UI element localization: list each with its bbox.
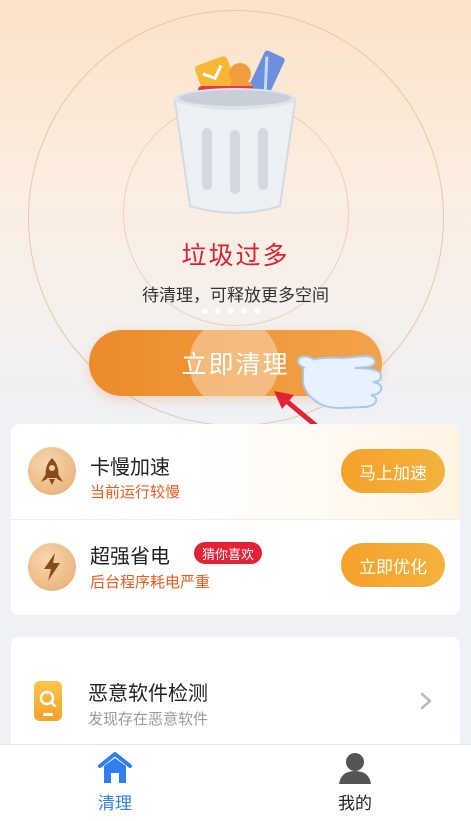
lightning-icon xyxy=(28,543,76,591)
feature-card: 卡慢加速 当前运行较慢 马上加速 超强省电 猜你喜欢 后台程序耗电严重 立即优化 xyxy=(11,424,460,615)
speed-up-button[interactable]: 马上加速 xyxy=(341,449,445,493)
chevron-right-icon xyxy=(420,692,432,710)
optimize-button[interactable]: 立即优化 xyxy=(341,543,445,587)
carousel-indicator xyxy=(202,308,260,314)
power-save-title: 超强省电 xyxy=(90,544,170,568)
speed-up-subtitle: 当前运行较慢 xyxy=(90,483,181,501)
trash-bin-icon xyxy=(173,50,297,214)
carousel-dot[interactable] xyxy=(228,308,234,314)
tab-mine-label: 我的 xyxy=(338,794,372,814)
carousel-dot[interactable] xyxy=(241,308,247,314)
user-icon xyxy=(339,753,371,784)
tab-clean-label: 清理 xyxy=(98,794,132,814)
speed-up-row[interactable]: 卡慢加速 当前运行较慢 马上加速 xyxy=(11,424,460,519)
power-save-subtitle: 后台程序耗电严重 xyxy=(90,573,211,591)
tab-mine[interactable]: 我的 xyxy=(295,745,415,821)
tab-clean[interactable]: 清理 xyxy=(55,745,175,821)
power-save-row[interactable]: 超强省电 猜你喜欢 后台程序耗电严重 立即优化 xyxy=(11,520,460,615)
carousel-dot[interactable] xyxy=(202,308,208,314)
malware-check-subtitle: 发现存在恶意软件 xyxy=(88,710,209,728)
junk-status-title: 垃圾过多 xyxy=(181,241,290,270)
recommend-badge: 猜你喜欢 xyxy=(194,542,263,564)
rocket-icon xyxy=(28,447,76,495)
carousel-dot[interactable] xyxy=(215,308,221,314)
carousel-dot[interactable] xyxy=(254,308,260,314)
malware-check-card[interactable]: 恶意软件检测 发现存在恶意软件 xyxy=(11,637,460,757)
malware-check-title: 恶意软件检测 xyxy=(88,681,208,705)
home-icon xyxy=(98,752,132,783)
bottom-tab-bar: 清理 我的 xyxy=(0,744,471,821)
phone-search-icon xyxy=(34,681,62,721)
speed-up-title: 卡慢加速 xyxy=(90,455,170,479)
junk-status-subtitle: 待清理，可释放更多空间 xyxy=(142,286,329,306)
